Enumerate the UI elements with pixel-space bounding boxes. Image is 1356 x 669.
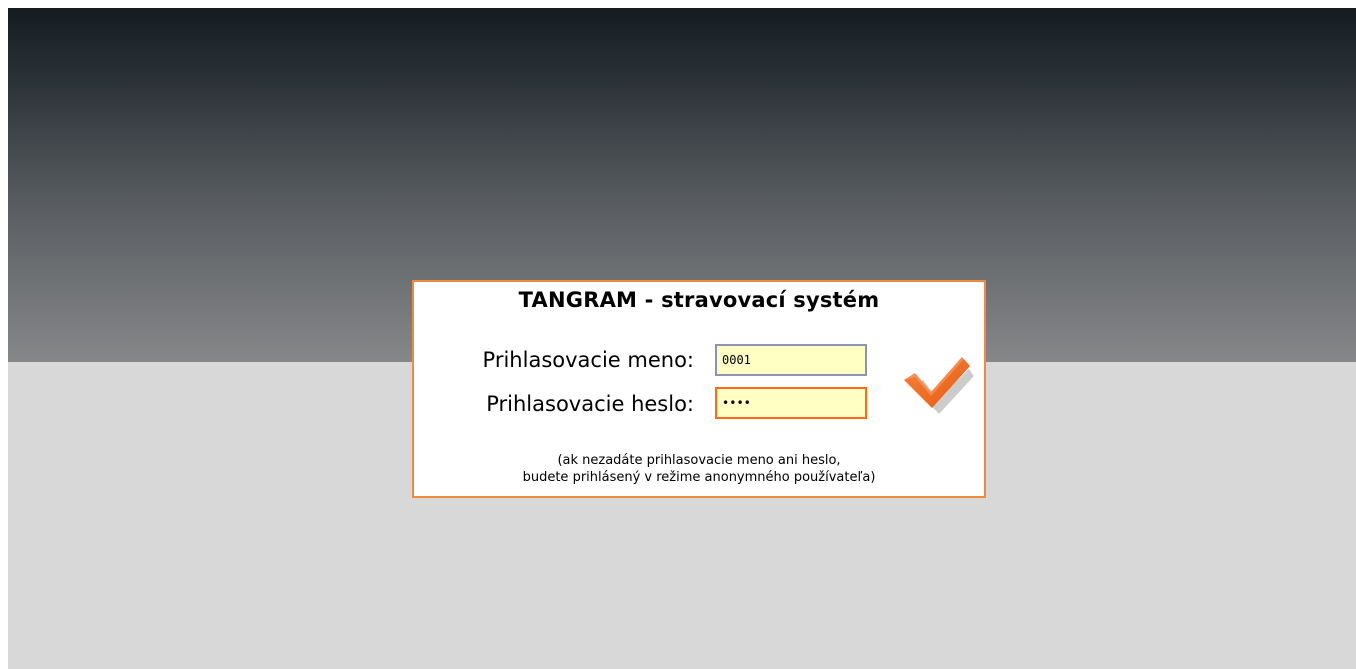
login-title: TANGRAM - stravovací systém — [518, 288, 880, 312]
note-line-2: budete prihlásený v režime anonymného po… — [522, 470, 876, 485]
checkmark-icon — [904, 357, 974, 414]
login-panel: TANGRAM - stravovací systém Prihlasovaci… — [412, 280, 986, 498]
username-label: Prihlasovacie meno: — [482, 348, 694, 372]
page-viewport: TANGRAM - stravovací systém Prihlasovaci… — [8, 8, 1356, 669]
username-input[interactable] — [715, 344, 867, 376]
anonymous-login-note: (ak nezadáte prihlasovacie meno ani hesl… — [414, 452, 984, 486]
note-line-1: (ak nezadáte prihlasovacie meno ani hesl… — [557, 453, 841, 468]
password-label: Prihlasovacie heslo: — [486, 392, 694, 416]
login-submit-button[interactable] — [898, 344, 978, 434]
password-input[interactable] — [715, 387, 867, 419]
